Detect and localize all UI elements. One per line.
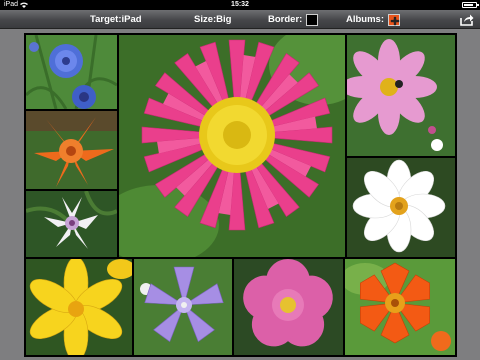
target-button[interactable]: Target:iPad (90, 10, 142, 29)
albums-button[interactable]: Albums: (346, 10, 400, 29)
border-color-swatch[interactable] (306, 13, 319, 26)
photo-tile-pink-daisy[interactable] (119, 35, 345, 257)
photo-tile-white-cosmos[interactable] (347, 158, 455, 257)
border-label: Border: (268, 14, 303, 25)
photo-tile-pink-cosmos[interactable] (347, 35, 455, 156)
photo-tile-orange-lily[interactable] (26, 111, 117, 189)
size-button[interactable]: Size:Big (194, 10, 231, 29)
photo-tile-white-bellflower[interactable] (26, 191, 117, 257)
white-cosmos-bloom (352, 159, 446, 253)
photo-tile-blue-cornflower[interactable] (26, 35, 117, 109)
battery-fill (464, 4, 473, 6)
photo-tile-purple-bellflower[interactable] (134, 259, 232, 355)
photo-tile-orange-poppy[interactable] (345, 259, 455, 355)
share-icon[interactable] (460, 13, 474, 26)
clock: 15:32 (231, 1, 249, 8)
toolbar: Target:iPad Size:Big Border: Albums: (0, 10, 480, 29)
flower-icon (390, 16, 400, 25)
border-button[interactable]: Border: (268, 10, 319, 29)
status-bar: iPad 15:32 (0, 0, 480, 10)
albums-label: Albums: (346, 14, 384, 25)
photo-collage (24, 33, 457, 357)
photo-tile-yellow-lily[interactable] (26, 259, 132, 355)
battery-icon (462, 2, 479, 8)
albums-color-swatch[interactable] (388, 13, 400, 26)
photo-tile-pink-rose[interactable] (234, 259, 343, 355)
